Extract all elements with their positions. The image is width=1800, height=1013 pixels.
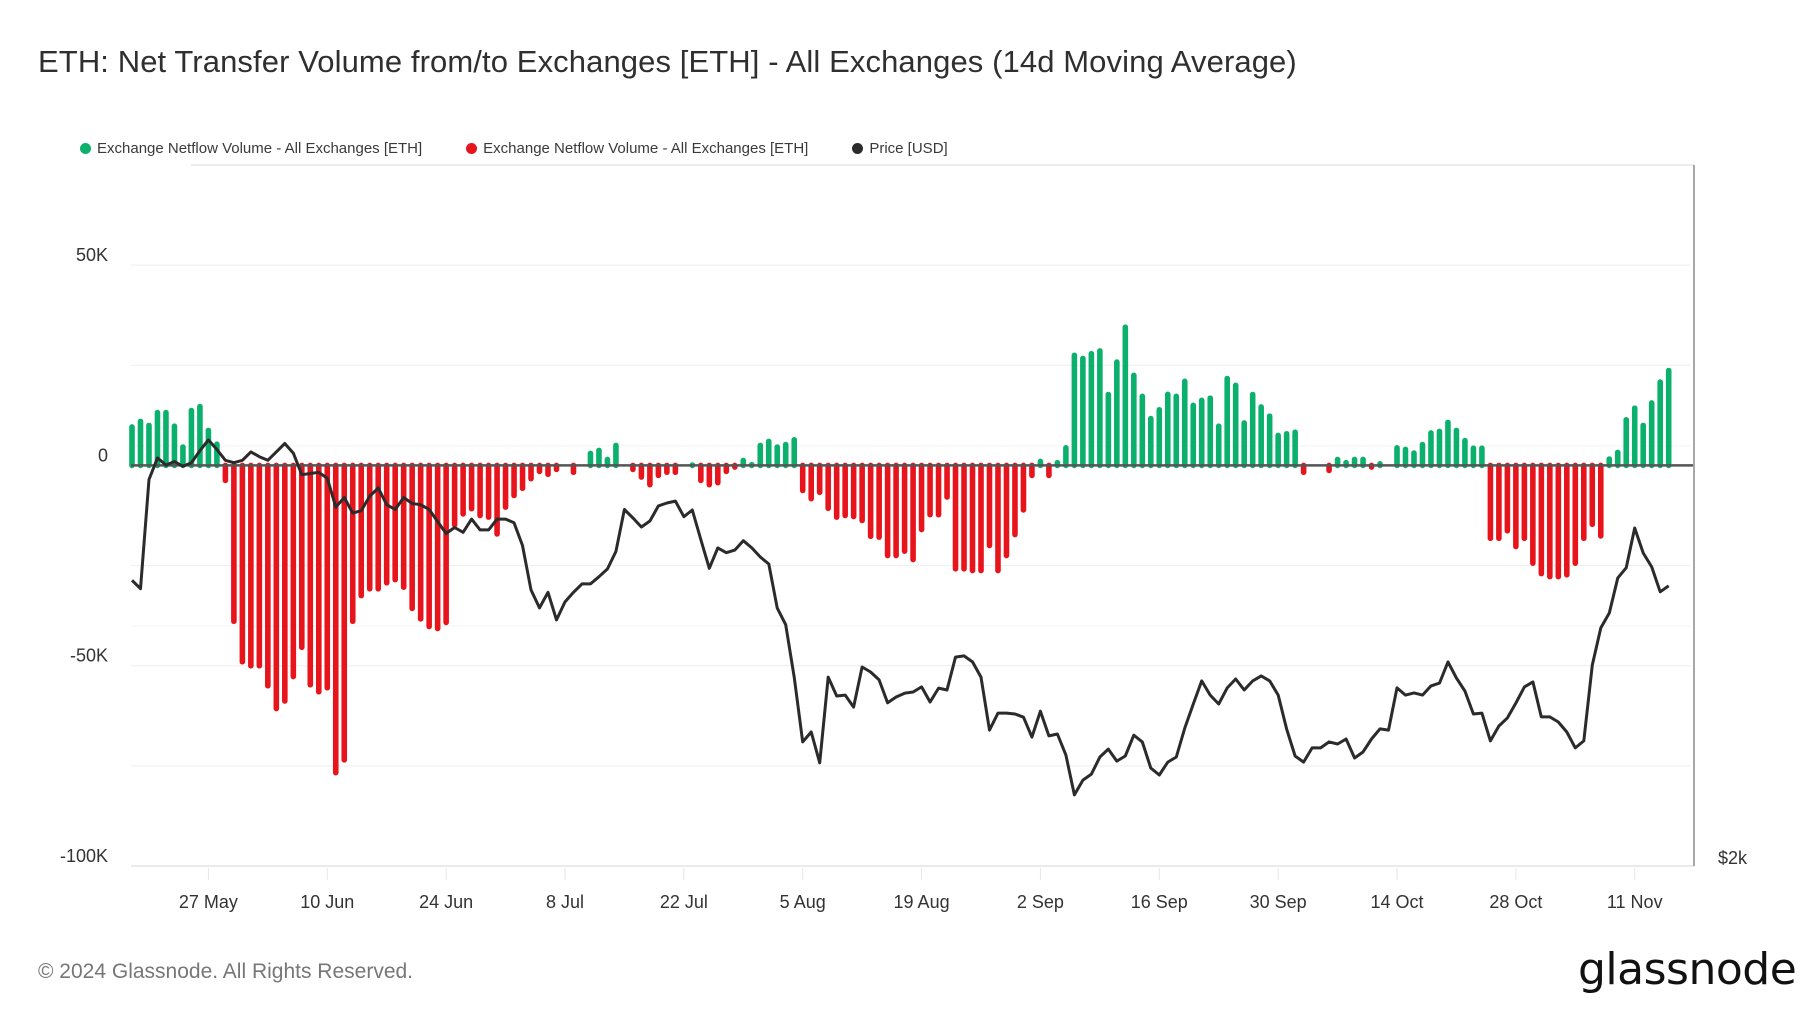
y2-tick-label: $2k — [1718, 848, 1748, 868]
y-tick-label: -100K — [60, 846, 108, 866]
x-tick-label: 10 Jun — [300, 892, 354, 912]
bar-series — [129, 324, 1672, 776]
copyright-footer: © 2024 Glassnode. All Rights Reserved. — [38, 960, 414, 983]
x-tick-label: 8 Jul — [546, 892, 584, 912]
glassnode-logo: glassnode — [1578, 944, 1797, 995]
x-tick-label: 30 Sep — [1250, 892, 1307, 912]
x-tick-label: 19 Aug — [894, 892, 950, 912]
y-tick-label: 0 — [98, 445, 108, 465]
chart-canvas[interactable]: 50K 0 -50K -100K $2k 27 May 10 Jun 24 Jun 8 Jul 2… — [0, 0, 1800, 1013]
x-tick-label: 5 Aug — [780, 892, 826, 912]
y-tick-label: -50K — [70, 646, 108, 666]
x-tick-label: 14 Oct — [1370, 892, 1423, 912]
x-tick-label: 22 Jul — [660, 892, 708, 912]
y-tick-label: 50K — [76, 245, 108, 265]
x-tick-label: 2 Sep — [1017, 892, 1064, 912]
x-tick-label: 11 Nov — [1607, 892, 1663, 912]
x-tick-label: 27 May — [179, 892, 238, 912]
x-tick-label: 16 Sep — [1131, 892, 1188, 912]
x-tick-label: 24 Jun — [419, 892, 473, 912]
x-tick-label: 28 Oct — [1489, 892, 1542, 912]
